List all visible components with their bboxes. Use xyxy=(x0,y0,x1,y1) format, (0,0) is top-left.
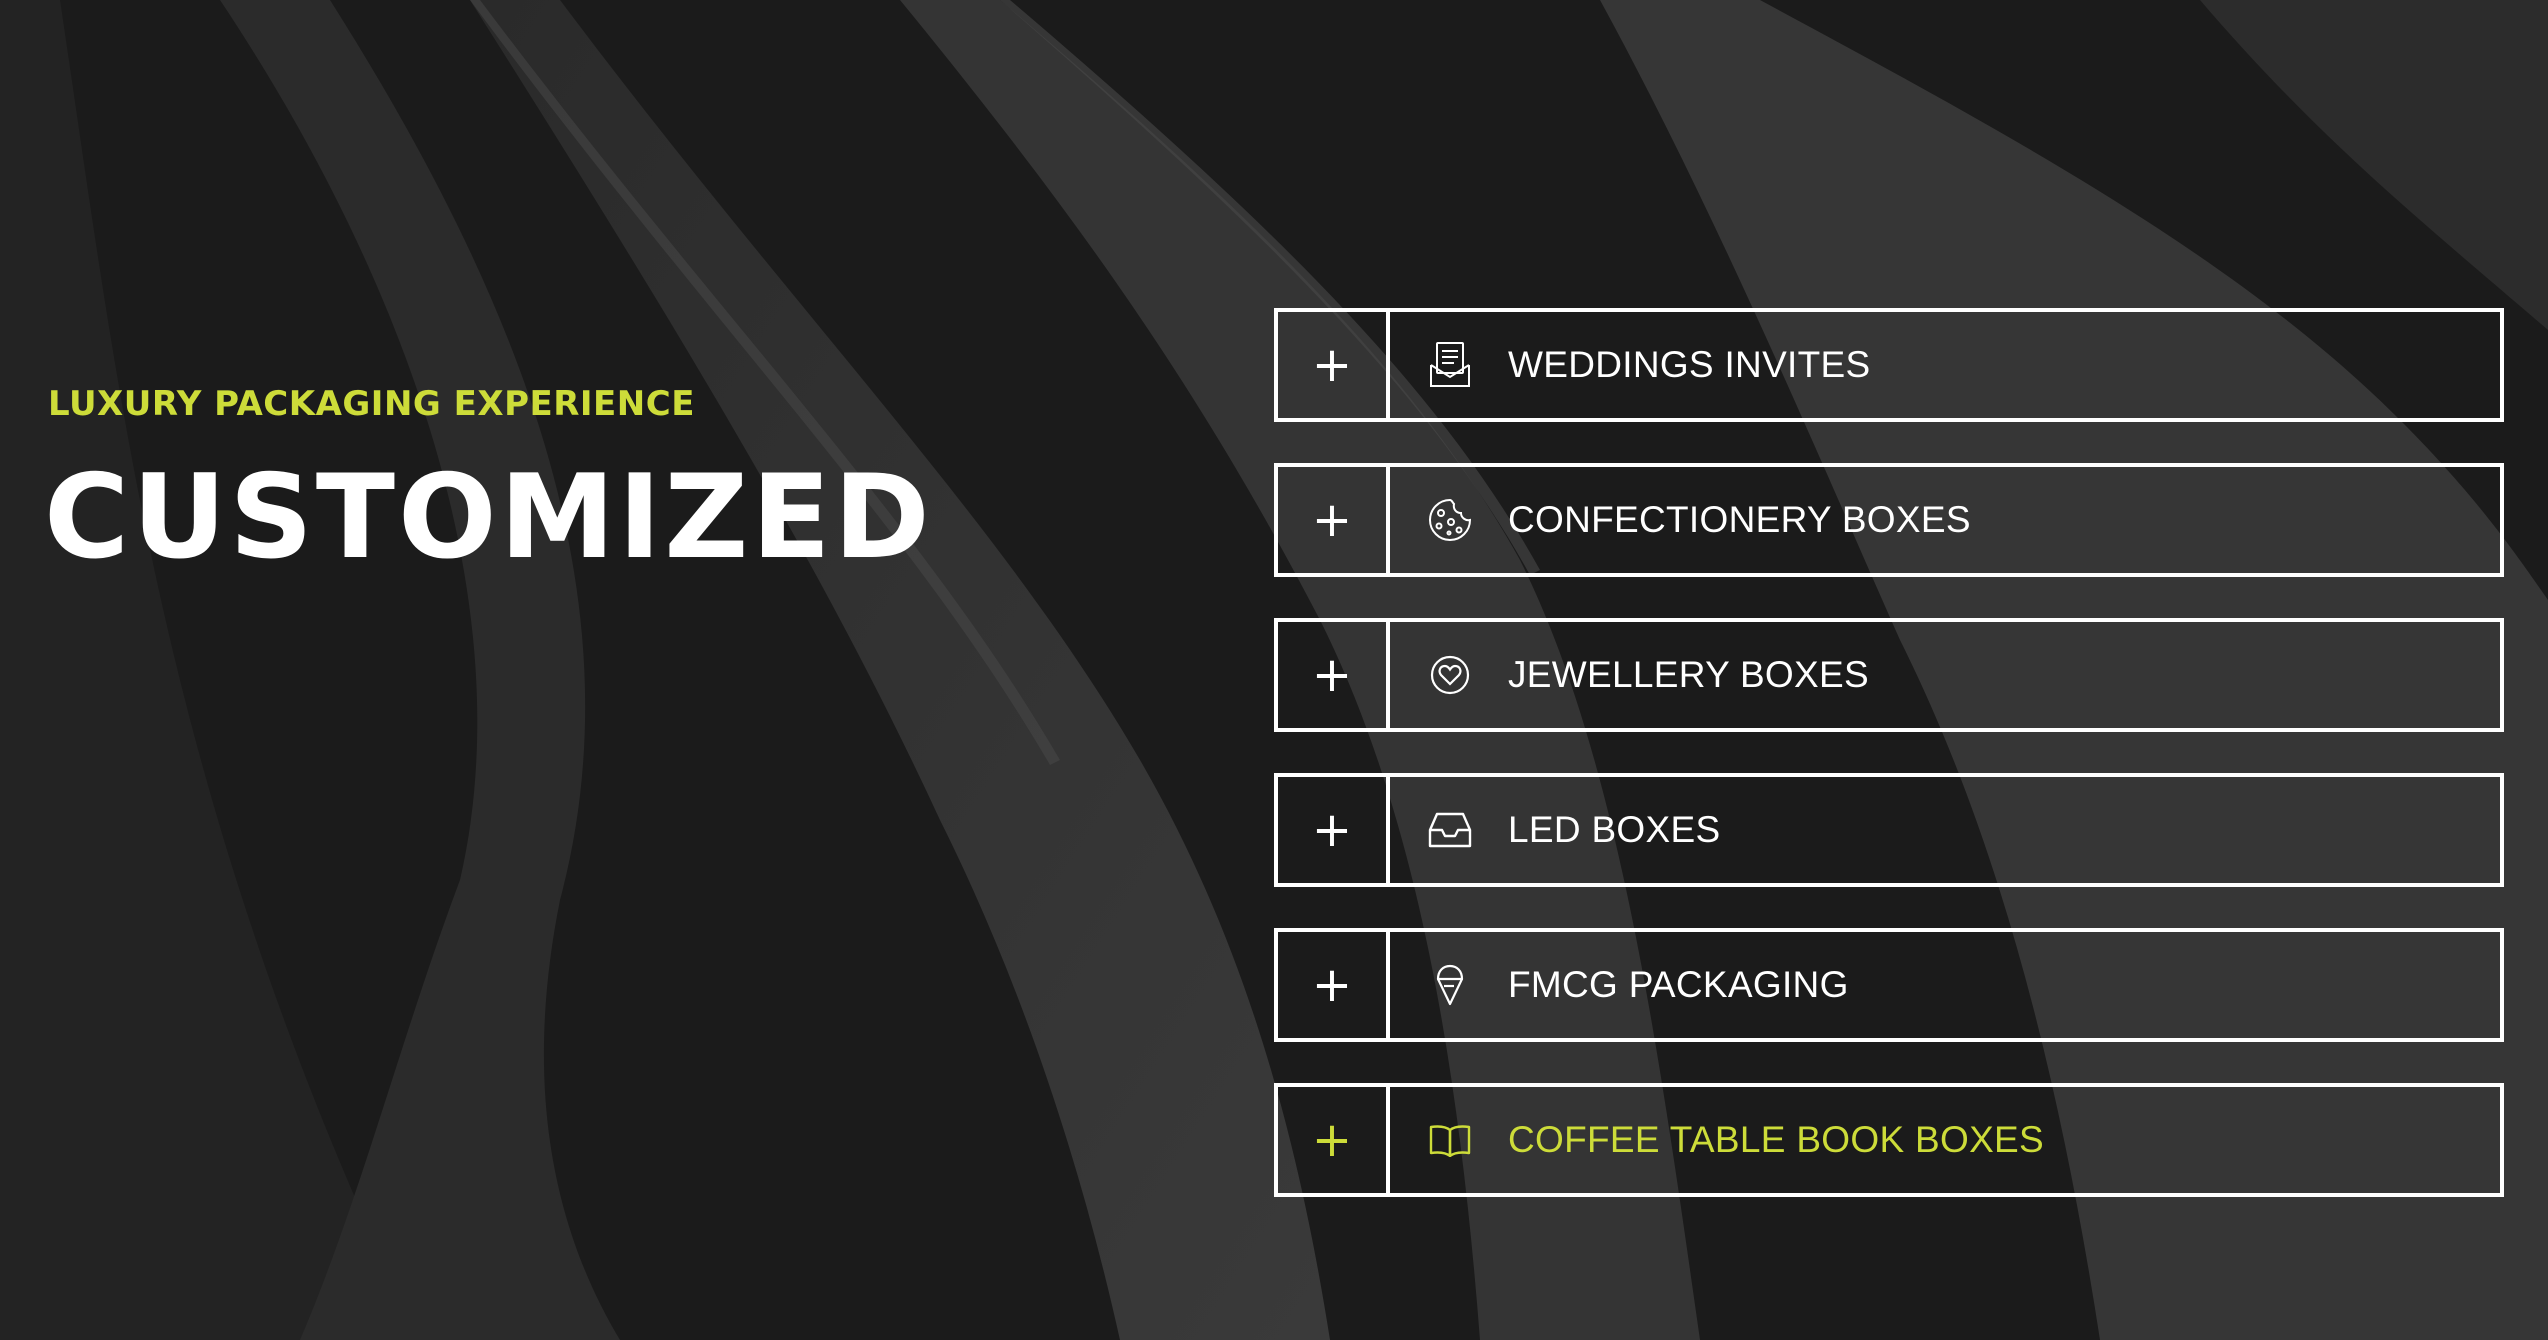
plus-icon: + xyxy=(1311,802,1353,858)
category-accordion: + WEDDINGS INVITES + CONFECTIONERY BOXES… xyxy=(1274,308,2504,1238)
plus-icon: + xyxy=(1311,492,1353,548)
plus-icon: + xyxy=(1311,647,1353,703)
accordion-toggle[interactable]: + xyxy=(1278,622,1390,728)
plus-icon: + xyxy=(1311,957,1353,1013)
accordion-item-label: JEWELLERY BOXES xyxy=(1508,654,1869,695)
accordion-toggle[interactable]: + xyxy=(1278,1087,1390,1193)
hero-section: LUXURY PACKAGING EXPERIENCE CUSTOMIZED xyxy=(44,384,933,576)
accordion-item-label: COFFEE TABLE BOOK BOXES xyxy=(1508,1119,2045,1160)
invitation-icon xyxy=(1420,312,1480,418)
accordion-toggle[interactable]: + xyxy=(1278,932,1390,1038)
accordion-item-label: LED BOXES xyxy=(1508,809,1721,850)
hero-eyebrow: LUXURY PACKAGING EXPERIENCE xyxy=(48,384,695,424)
cookie-icon xyxy=(1420,467,1480,573)
plus-icon: + xyxy=(1311,337,1353,393)
accordion-item-weddings-invites[interactable]: + WEDDINGS INVITES xyxy=(1274,308,2504,422)
accordion-toggle[interactable]: + xyxy=(1278,312,1390,418)
accordion-item-fmcg-packaging[interactable]: + FMCG PACKAGING xyxy=(1274,928,2504,1042)
inbox-tray-icon xyxy=(1420,777,1480,883)
accordion-item-led-boxes[interactable]: + LED BOXES xyxy=(1274,773,2504,887)
accordion-item-confectionery-boxes[interactable]: + CONFECTIONERY BOXES xyxy=(1274,463,2504,577)
accordion-item-coffee-table-book-boxes[interactable]: + COFFEE TABLE BOOK BOXES xyxy=(1274,1083,2504,1197)
accordion-item-label: FMCG PACKAGING xyxy=(1508,964,1849,1005)
accordion-toggle[interactable]: + xyxy=(1278,467,1390,573)
open-book-icon xyxy=(1420,1087,1480,1193)
accordion-item-label: CONFECTIONERY BOXES xyxy=(1508,499,1971,540)
plus-icon: + xyxy=(1311,1112,1353,1168)
ice-cream-icon xyxy=(1420,932,1480,1038)
heart-ring-icon xyxy=(1420,622,1480,728)
accordion-toggle[interactable]: + xyxy=(1278,777,1390,883)
accordion-item-label: WEDDINGS INVITES xyxy=(1508,344,1871,385)
hero-headline: CUSTOMIZED xyxy=(44,450,933,585)
accordion-item-jewellery-boxes[interactable]: + JEWELLERY BOXES xyxy=(1274,618,2504,732)
